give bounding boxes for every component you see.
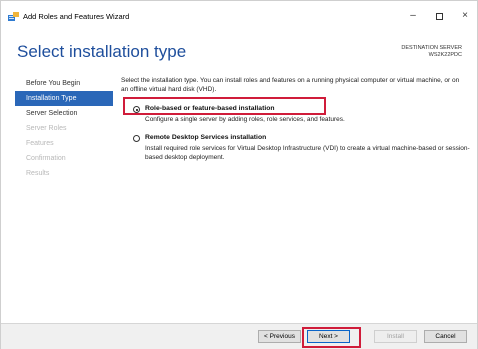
destination-server-name: WS2K22PDC bbox=[428, 52, 462, 58]
option-title[interactable]: Remote Desktop Services installation bbox=[145, 134, 266, 141]
server-manager-icon bbox=[8, 12, 19, 21]
maximize-icon bbox=[435, 13, 443, 20]
page-title: Select installation type bbox=[17, 42, 187, 61]
sidebar-item-features: Features bbox=[26, 140, 54, 147]
wizard-window: Add Roles and Features Wizard – × Select… bbox=[0, 0, 478, 349]
main-content: Select the installation type. You can in… bbox=[121, 76, 471, 161]
destination-server-label: DESTINATION SERVER bbox=[401, 45, 462, 51]
maximize-button[interactable] bbox=[427, 7, 451, 25]
option-description: Configure a single server by adding role… bbox=[145, 116, 345, 123]
sidebar-item-confirmation: Confirmation bbox=[26, 155, 66, 162]
intro-text: Select the installation type. You can in… bbox=[121, 77, 460, 93]
previous-button[interactable]: < Previous bbox=[258, 330, 301, 343]
install-button: Install bbox=[374, 330, 417, 343]
title-bar: Add Roles and Features Wizard – × bbox=[1, 1, 477, 31]
wizard-sidebar: Before You Begin Installation Type Serve… bbox=[15, 76, 113, 181]
sidebar-item-before-you-begin[interactable]: Before You Begin bbox=[15, 76, 113, 91]
close-button[interactable]: × bbox=[453, 7, 477, 25]
option-description: Install required role services for Virtu… bbox=[145, 145, 470, 161]
sidebar-item-installation-type[interactable]: Installation Type bbox=[15, 91, 113, 106]
selection-highlight bbox=[123, 97, 326, 115]
sidebar-item-server-roles: Server Roles bbox=[26, 125, 67, 132]
cancel-button[interactable]: Cancel bbox=[424, 330, 467, 343]
next-highlight bbox=[302, 327, 361, 348]
sidebar-item-server-selection[interactable]: Server Selection bbox=[15, 106, 113, 121]
sidebar-item-results: Results bbox=[26, 170, 50, 177]
footer-bar: < Previous Next > Install Cancel bbox=[1, 324, 477, 349]
window-title: Add Roles and Features Wizard bbox=[23, 12, 130, 21]
remote-desktop-radio[interactable] bbox=[133, 135, 140, 142]
minimize-button[interactable]: – bbox=[401, 7, 425, 25]
